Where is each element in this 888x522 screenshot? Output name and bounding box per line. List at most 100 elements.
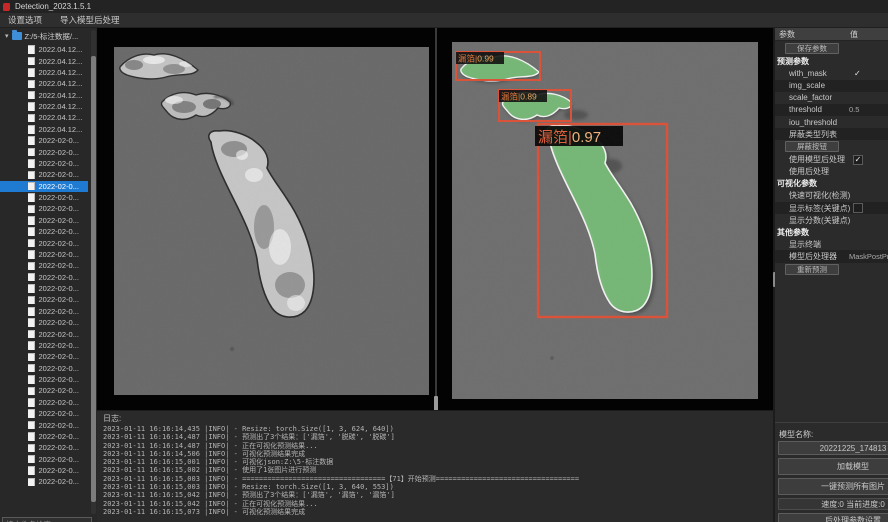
left-image-canvas[interactable] — [114, 47, 429, 395]
file-icon — [28, 444, 35, 453]
tree-item[interactable]: 2022-02-0... — [0, 374, 88, 385]
tree-item[interactable]: 2022-02-0... — [0, 181, 88, 192]
tree-item[interactable]: 2022-02-0... — [0, 431, 88, 442]
tree-item[interactable]: 2022-02-0... — [0, 363, 88, 374]
param-header-value: 值 — [850, 29, 858, 40]
tree-item[interactable]: 2022-02-0... — [0, 408, 88, 419]
checkbox[interactable] — [853, 203, 863, 213]
menu-item-settings[interactable]: 设置选项 — [8, 14, 42, 26]
tree-item[interactable]: 2022-02-0... — [0, 317, 88, 328]
param-row[interactable]: 模型后处理器MaskPostPro — [775, 250, 888, 262]
tree-item[interactable]: 2022-02-0... — [0, 340, 88, 351]
tree-item[interactable]: 2022-02-0... — [0, 146, 88, 157]
tree-item-label: 2022.04.12... — [39, 125, 83, 134]
save-params-button[interactable]: 保存参数 — [785, 43, 839, 54]
param-row[interactable]: 显示终端 — [775, 238, 888, 250]
viewport-divider[interactable] — [435, 28, 437, 410]
re-predict-button[interactable]: 重新预测 — [785, 264, 839, 275]
tree-item[interactable]: 2022-02-0... — [0, 294, 88, 305]
tree-item[interactable]: 2022-02-0... — [0, 158, 88, 169]
app-icon — [3, 3, 10, 11]
tree-item[interactable]: 2022-02-0... — [0, 135, 88, 146]
param-button-row: 重新预测 — [775, 263, 888, 277]
param-row[interactable]: iou_threshold — [775, 116, 888, 128]
tree-item-label: 2022-02-0... — [39, 409, 79, 418]
tree-item[interactable]: 2022-02-0... — [0, 476, 88, 487]
right-image-canvas[interactable]: 漏箔|0.99 漏箔|0.89 漏箔|0.97 — [452, 42, 758, 399]
param-row[interactable]: scale_factor — [775, 92, 888, 104]
checkbox[interactable]: ✓ — [853, 155, 863, 165]
param-row[interactable]: 显示分数(关键点) — [775, 214, 888, 226]
predict-all-button[interactable]: 一键预测所有图片 — [778, 478, 888, 495]
file-icon — [28, 114, 35, 123]
tree-item-label: 2022-02-0... — [39, 466, 79, 475]
tree-item[interactable]: 2022-02-0... — [0, 226, 88, 237]
tree-item-label: 2022-02-0... — [39, 375, 79, 384]
app-window: Detection_2023.1.5.1 设置选项 导入模型后处理 ▾ Z:/5… — [0, 0, 888, 522]
tree-item[interactable]: 2022.04.12... — [0, 55, 88, 66]
param-row[interactable]: threshold0.5 — [775, 104, 888, 116]
noise-overlay — [452, 42, 758, 399]
param-button-row: 保存参数 — [775, 42, 888, 56]
tree-item[interactable]: 2022.04.12... — [0, 124, 88, 135]
tree-item[interactable]: 2022-02-0... — [0, 272, 88, 283]
menu-item-import-postprocess[interactable]: 导入模型后处理 — [60, 14, 120, 26]
param-section-header: 预测参数 — [775, 56, 888, 68]
tree-item[interactable]: 2022.04.12... — [0, 67, 88, 78]
tree-item-label: 2022-02-0... — [39, 477, 79, 486]
block-button[interactable]: 屏蔽按钮 — [785, 141, 839, 152]
tree-item[interactable]: 2022-02-0... — [0, 328, 88, 339]
load-model-button[interactable]: 加载模型 — [778, 458, 888, 475]
tree-item[interactable]: 2022-02-0... — [0, 419, 88, 430]
tree-item[interactable]: 2022.04.12... — [0, 44, 88, 55]
image-viewports: 漏箔|0.99 漏箔|0.89 漏箔|0.97 — [97, 28, 775, 410]
param-row[interactable]: img_scale — [775, 80, 888, 92]
tree-item[interactable]: 2022-02-0... — [0, 442, 88, 453]
search-input[interactable] — [2, 517, 92, 522]
log-line: 2023-01-11 16:16:15,003 |INFO| - =======… — [103, 475, 775, 483]
tree-item[interactable]: 2022-02-0... — [0, 397, 88, 408]
tree-item[interactable]: 2022-02-0... — [0, 192, 88, 203]
tree-item[interactable]: 2022-02-0... — [0, 306, 88, 317]
file-icon — [28, 250, 35, 259]
tree-item[interactable]: 2022-02-0... — [0, 169, 88, 180]
tree-item-label: 2022-02-0... — [39, 239, 79, 248]
sidebar-scrollbar[interactable] — [91, 30, 96, 514]
tree-item[interactable]: 2022-02-0... — [0, 260, 88, 271]
param-row[interactable]: 快速可视化(检测) — [775, 190, 888, 202]
tree-item[interactable]: 2022-02-0... — [0, 249, 88, 260]
tree-item-label: 2022-02-0... — [39, 182, 79, 191]
tree-item[interactable]: 2022.04.12... — [0, 112, 88, 123]
tree-item[interactable]: 2022-02-0... — [0, 465, 88, 476]
tree-item[interactable]: 2022-02-0... — [0, 237, 88, 248]
file-icon — [28, 455, 35, 464]
tree-item[interactable]: 2022.04.12... — [0, 101, 88, 112]
tree-item[interactable]: 2022-02-0... — [0, 215, 88, 226]
menu-bar: 设置选项 导入模型后处理 — [0, 13, 888, 28]
param-row[interactable]: 显示标签(关键点) — [775, 202, 888, 214]
tree-item-label: 2022-02-0... — [39, 318, 79, 327]
tree-item[interactable]: 2022.04.12... — [0, 90, 88, 101]
tree-item[interactable]: 2022-02-0... — [0, 454, 88, 465]
tree-item[interactable]: 2022-02-0... — [0, 283, 88, 294]
param-value: 0.5 — [849, 105, 859, 114]
tree-item-label: 2022-02-0... — [39, 455, 79, 464]
param-row[interactable]: with_mask✓ — [775, 68, 888, 80]
tree-item-label: 2022-02-0... — [39, 193, 79, 202]
log-line: 2023-01-11 16:16:14,506 |INFO| - 可视化预测结果… — [103, 450, 775, 458]
model-name-field[interactable]: 20221225_174813 — [778, 441, 888, 455]
param-label: 显示终端 — [789, 239, 821, 250]
param-row[interactable]: 屏蔽类型列表 — [775, 128, 888, 140]
param-row[interactable]: 使用模型后处理✓ — [775, 154, 888, 166]
param-row[interactable]: 使用后处理 — [775, 166, 888, 178]
tree-item[interactable]: 2022-02-0... — [0, 351, 88, 362]
tree-item[interactable]: 2022-02-0... — [0, 385, 88, 396]
postprocess-settings-button[interactable]: 后处理参数设置 — [778, 513, 888, 522]
chevron-down-icon[interactable]: ▾ — [5, 33, 9, 40]
sidebar-scrollbar-thumb[interactable] — [91, 56, 96, 502]
file-icon — [28, 148, 35, 157]
tree-root[interactable]: ▾ Z:/5-标注数据/... — [0, 30, 97, 42]
log-line: 2023-01-11 16:16:15,042 |INFO| - 预测出了3个结… — [103, 491, 775, 499]
tree-item[interactable]: 2022.04.12... — [0, 78, 88, 89]
tree-item[interactable]: 2022-02-0... — [0, 203, 88, 214]
